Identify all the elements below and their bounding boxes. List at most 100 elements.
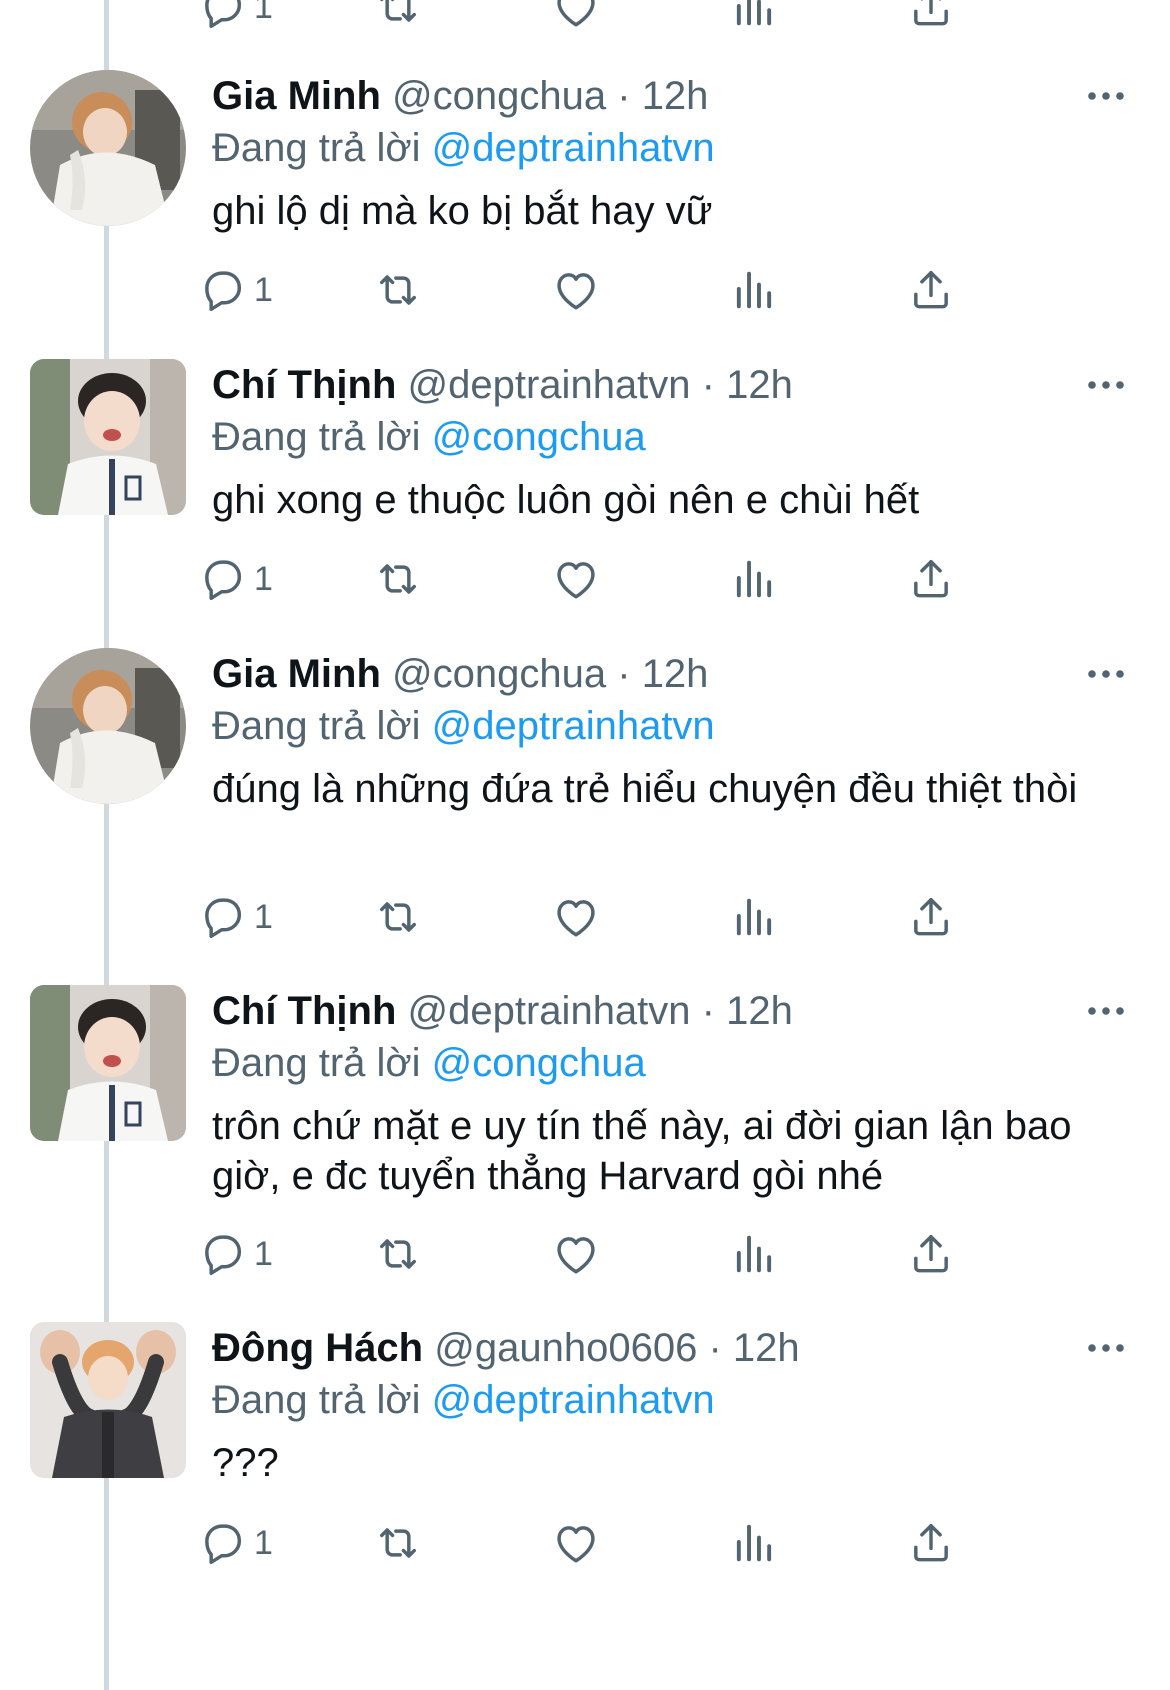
display-name[interactable]: Chí Thịnh: [212, 989, 396, 1033]
like-button[interactable]: [550, 0, 602, 42]
separator-dot: ·: [708, 1326, 722, 1370]
share-button[interactable]: [905, 544, 957, 614]
reply-button[interactable]: 1: [196, 1508, 273, 1578]
retweet-icon: [372, 891, 424, 943]
replying-label: Đang trả lời: [212, 126, 421, 170]
replying-to: Đang trả lời @deptrainhatvn: [212, 700, 1130, 752]
views-button[interactable]: [728, 1219, 780, 1289]
tweet-header: Gia Minh @congchua · 12h: [212, 648, 1130, 700]
tweet-actions: 1: [0, 1219, 1170, 1289]
timestamp[interactable]: 12h: [642, 74, 709, 118]
views-button[interactable]: [728, 882, 780, 952]
reply-button[interactable]: 1: [196, 544, 273, 614]
user-handle[interactable]: @congchua: [392, 74, 606, 118]
mention-link[interactable]: @congchua: [432, 1041, 646, 1085]
timestamp[interactable]: 12h: [726, 363, 793, 407]
retweet-button[interactable]: [372, 1508, 424, 1578]
more-options-button[interactable]: [1082, 648, 1130, 700]
retweet-button[interactable]: [372, 882, 424, 952]
avatar-gia-minh: [30, 70, 186, 226]
views-icon: [728, 0, 780, 33]
user-handle[interactable]: @congchua: [392, 652, 606, 696]
reply-button[interactable]: 1: [196, 1219, 273, 1289]
share-button[interactable]: [905, 255, 957, 325]
tweet-body: Đông Hách @gaunho0606 · 12h Đang trả lời…: [212, 1322, 1130, 1488]
like-button[interactable]: [550, 1219, 602, 1289]
avatar[interactable]: [30, 359, 186, 515]
timestamp[interactable]: 12h: [642, 652, 709, 696]
like-icon: [550, 264, 602, 316]
display-name[interactable]: Đông Hách: [212, 1326, 423, 1370]
like-button[interactable]: [550, 1508, 602, 1578]
retweet-icon: [372, 0, 424, 33]
tweet-actions: 1: [0, 882, 1170, 952]
more-options-button[interactable]: [1082, 70, 1130, 122]
like-button[interactable]: [550, 544, 602, 614]
like-icon: [550, 1517, 602, 1569]
share-icon: [905, 264, 957, 316]
share-button[interactable]: [905, 0, 957, 42]
tweet-header: Gia Minh @congchua · 12h: [212, 70, 1130, 122]
display-name[interactable]: Chí Thịnh: [212, 363, 396, 407]
retweet-icon: [372, 553, 424, 605]
reply-thread: 1 Gia Minh @congchua · 12h Đang trả lời …: [0, 0, 1170, 1690]
reply-button[interactable]: 1: [196, 255, 273, 325]
share-icon: [905, 1517, 957, 1569]
reply-icon: [196, 264, 248, 316]
replying-to: Đang trả lời @congchua: [212, 1037, 1130, 1089]
more-icon: [1082, 359, 1130, 411]
share-button[interactable]: [905, 1508, 957, 1578]
share-icon: [905, 1228, 957, 1280]
avatar[interactable]: [30, 648, 186, 804]
retweet-button[interactable]: [372, 1219, 424, 1289]
display-name[interactable]: Gia Minh: [212, 74, 381, 118]
tweet-text: ???: [212, 1441, 279, 1485]
mention-link[interactable]: @deptrainhatvn: [432, 704, 715, 748]
retweet-button[interactable]: [372, 544, 424, 614]
more-icon: [1082, 1322, 1130, 1374]
reply-button[interactable]: 1: [196, 882, 273, 952]
retweet-button[interactable]: [372, 255, 424, 325]
replying-to: Đang trả lời @deptrainhatvn: [212, 122, 1130, 174]
like-icon: [550, 891, 602, 943]
tweet-actions-previous: 1: [0, 0, 1170, 42]
reply-icon: [196, 553, 248, 605]
avatar[interactable]: [30, 70, 186, 226]
retweet-button[interactable]: [372, 0, 424, 42]
avatar[interactable]: [30, 1322, 186, 1478]
display-name[interactable]: Gia Minh: [212, 652, 381, 696]
tweet-header: Chí Thịnh @deptrainhatvn · 12h: [212, 985, 1130, 1037]
reply-count: 1: [254, 270, 273, 309]
mention-link[interactable]: @congchua: [432, 415, 646, 459]
more-options-button[interactable]: [1082, 1322, 1130, 1374]
more-options-button[interactable]: [1082, 985, 1130, 1037]
reply-icon: [196, 1517, 248, 1569]
share-button[interactable]: [905, 1219, 957, 1289]
user-handle[interactable]: @deptrainhatvn: [408, 363, 691, 407]
more-options-button[interactable]: [1082, 359, 1130, 411]
mention-link[interactable]: @deptrainhatvn: [432, 126, 715, 170]
views-button[interactable]: [728, 0, 780, 42]
more-icon: [1082, 70, 1130, 122]
mention-link[interactable]: @deptrainhatvn: [432, 1378, 715, 1422]
reply-icon: [196, 1228, 248, 1280]
views-button[interactable]: [728, 544, 780, 614]
retweet-icon: [372, 1228, 424, 1280]
share-button[interactable]: [905, 882, 957, 952]
like-button[interactable]: [550, 255, 602, 325]
like-icon: [550, 0, 602, 33]
reply-count: 1: [254, 1523, 273, 1562]
user-handle[interactable]: @deptrainhatvn: [408, 989, 691, 1033]
reply-button[interactable]: 1: [196, 0, 273, 42]
share-icon: [905, 0, 957, 33]
reply-count: 1: [254, 897, 273, 936]
views-button[interactable]: [728, 1508, 780, 1578]
timestamp[interactable]: 12h: [733, 1326, 800, 1370]
timestamp[interactable]: 12h: [726, 989, 793, 1033]
views-button[interactable]: [728, 255, 780, 325]
user-handle[interactable]: @gaunho0606: [434, 1326, 697, 1370]
views-icon: [728, 264, 780, 316]
avatar[interactable]: [30, 985, 186, 1141]
avatar-chi-thinh: [30, 985, 186, 1141]
like-button[interactable]: [550, 882, 602, 952]
